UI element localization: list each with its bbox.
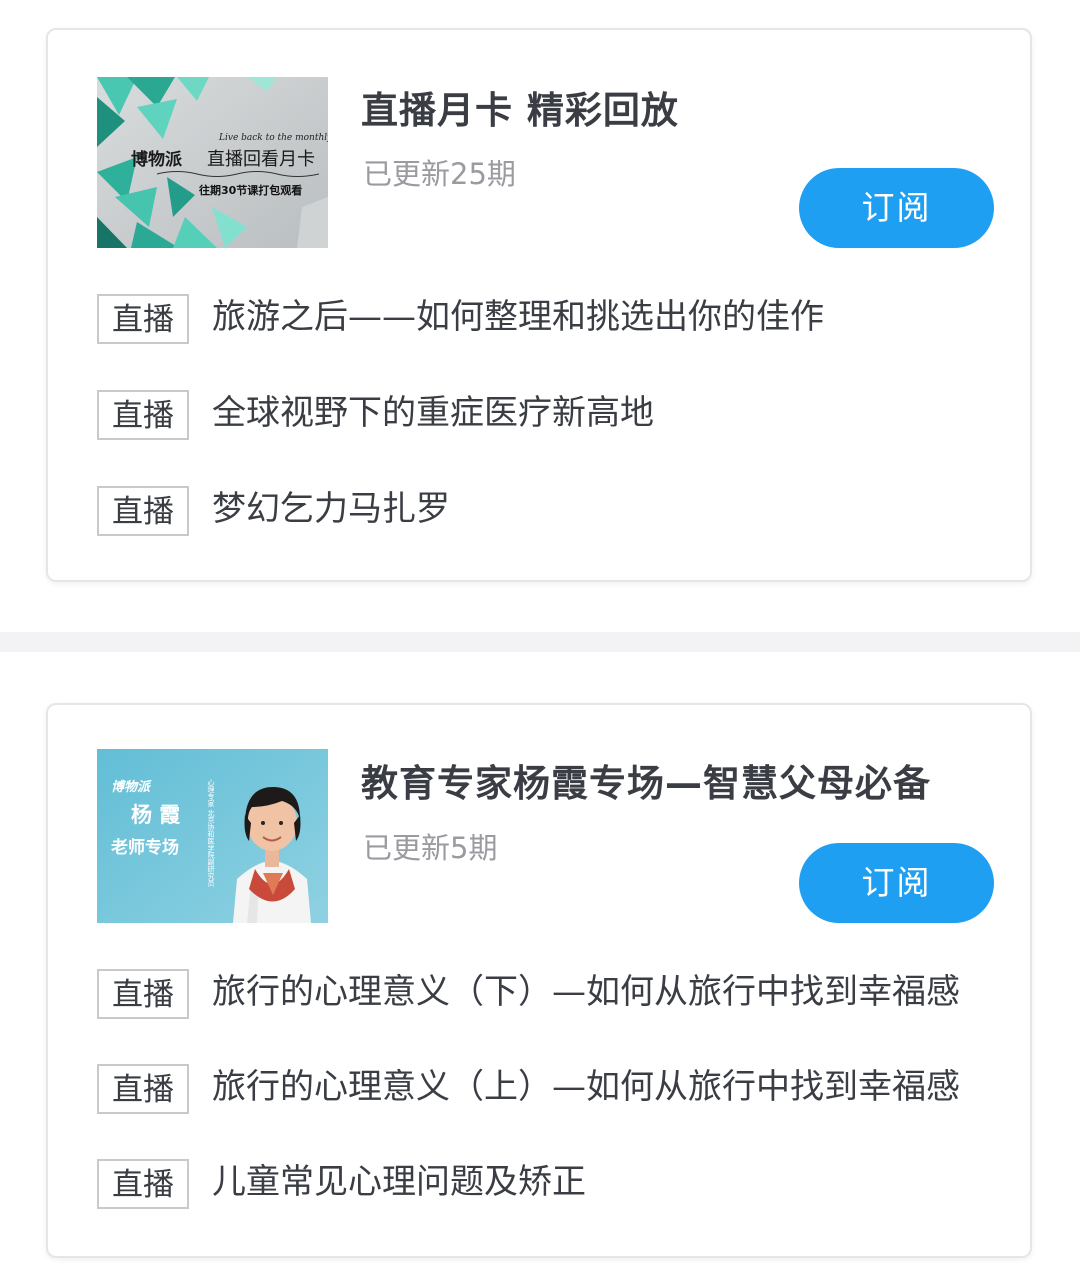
- episode-title: 梦幻乞力马扎罗: [212, 489, 450, 529]
- course-card[interactable]: 博物派 杨 霞 老师专场 心理专家 北京协和医学院副研究员 教育专家杨霞专场—智…: [46, 703, 1032, 1258]
- cover-name-text: 杨 霞: [131, 802, 181, 827]
- live-tag: 直播: [97, 486, 189, 536]
- course-title[interactable]: 教育专家杨霞专场—智慧父母必备: [361, 753, 931, 807]
- episode-item[interactable]: 直播 旅行的心理意义（上）—如何从旅行中找到幸福感: [97, 1064, 987, 1116]
- live-tag: 直播: [97, 1159, 189, 1209]
- episode-title: 旅游之后——如何整理和挑选出你的佳作: [212, 297, 824, 337]
- episode-title: 儿童常见心理问题及矫正: [212, 1162, 586, 1202]
- episode-item[interactable]: 直播 儿童常见心理问题及矫正: [97, 1159, 987, 1211]
- episode-title: 全球视野下的重症医疗新高地: [212, 393, 654, 433]
- course-cover-image[interactable]: Live back to the monthly card 博物派 直播回看月卡…: [97, 77, 328, 248]
- course-list-page: Live back to the monthly card 博物派 直播回看月卡…: [0, 0, 1080, 1274]
- cover-heading-text: 直播回看月卡: [207, 149, 315, 170]
- cover-brand-text: 博物派: [111, 779, 152, 795]
- course-cover-image[interactable]: 博物派 杨 霞 老师专场 心理专家 北京协和医学院副研究员: [97, 749, 328, 923]
- live-tag: 直播: [97, 390, 189, 440]
- cover-caption-text: 往期30节课打包观看: [199, 183, 302, 197]
- live-tag: 直播: [97, 294, 189, 344]
- section-divider: [0, 632, 1080, 652]
- live-tag: 直播: [97, 969, 189, 1019]
- episode-item[interactable]: 直播 梦幻乞力马扎罗: [97, 486, 987, 538]
- episode-item[interactable]: 直播 旅行的心理意义（下）—如何从旅行中找到幸福感: [97, 969, 987, 1021]
- cover-brand-text: 博物派: [131, 149, 183, 170]
- episode-item[interactable]: 直播 全球视野下的重症医疗新高地: [97, 390, 987, 442]
- update-count: 已更新5期: [363, 831, 498, 865]
- episode-item[interactable]: 直播 旅游之后——如何整理和挑选出你的佳作: [97, 294, 987, 346]
- course-title[interactable]: 直播月卡 精彩回放: [361, 80, 679, 134]
- episode-title: 旅行的心理意义（下）—如何从旅行中找到幸福感: [212, 972, 960, 1012]
- episode-title: 旅行的心理意义（上）—如何从旅行中找到幸福感: [212, 1067, 960, 1107]
- course-card[interactable]: Live back to the monthly card 博物派 直播回看月卡…: [46, 28, 1032, 582]
- subscribe-button[interactable]: 订阅: [799, 168, 994, 248]
- subscribe-button[interactable]: 订阅: [799, 843, 994, 923]
- cover-english-text: Live back to the monthly card: [218, 133, 328, 143]
- monthly-card-cover-art: Live back to the monthly card 博物派 直播回看月卡…: [97, 77, 328, 248]
- cover-side-text: 心理专家 北京协和医学院副研究员: [207, 779, 215, 887]
- teacher-cover-art: 博物派 杨 霞 老师专场 心理专家 北京协和医学院副研究员: [97, 749, 328, 923]
- cover-subtitle-text: 老师专场: [110, 837, 179, 858]
- live-tag: 直播: [97, 1064, 189, 1114]
- update-count: 已更新25期: [363, 157, 516, 191]
